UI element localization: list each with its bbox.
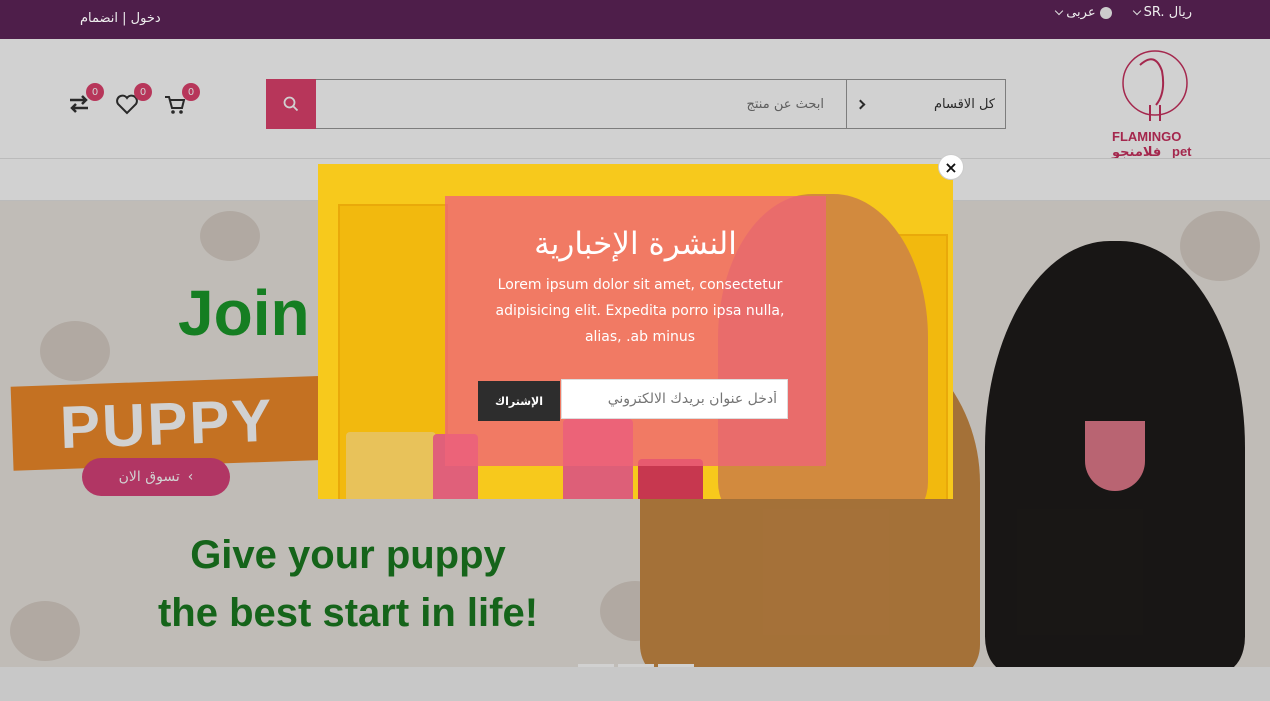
top-bar: دخول | انضمام عربى SR. ريال [0,0,1270,39]
globe-icon [1099,6,1112,19]
newsletter-title: النشرة الإخبارية [534,226,737,262]
newsletter-panel: النشرة الإخبارية Lorem ipsum dolor sit a… [445,196,826,466]
food-pack-image [346,432,436,499]
close-icon: × [944,157,958,177]
currency-label: SR. ريال [1143,5,1192,20]
language-label: عربى [1066,5,1096,20]
newsletter-description: Lorem ipsum dolor sit amet, consectetur … [495,277,785,345]
currency-dropdown[interactable]: SR. ريال [1132,5,1192,20]
close-modal-button[interactable]: × [938,154,964,180]
chevron-down-icon [1054,6,1064,16]
chevron-down-icon [1132,6,1141,16]
auth-links[interactable]: دخول | انضمام [80,11,161,26]
login-register-link[interactable]: دخول | انضمام [80,11,161,26]
language-dropdown[interactable]: عربى [1054,5,1112,20]
newsletter-modal: النشرة الإخبارية Lorem ipsum dolor sit a… [318,164,953,499]
email-field[interactable] [561,379,788,419]
subscribe-button[interactable]: الإشتراك [478,381,560,421]
locale-controls: عربى SR. ريال [1054,5,1192,20]
